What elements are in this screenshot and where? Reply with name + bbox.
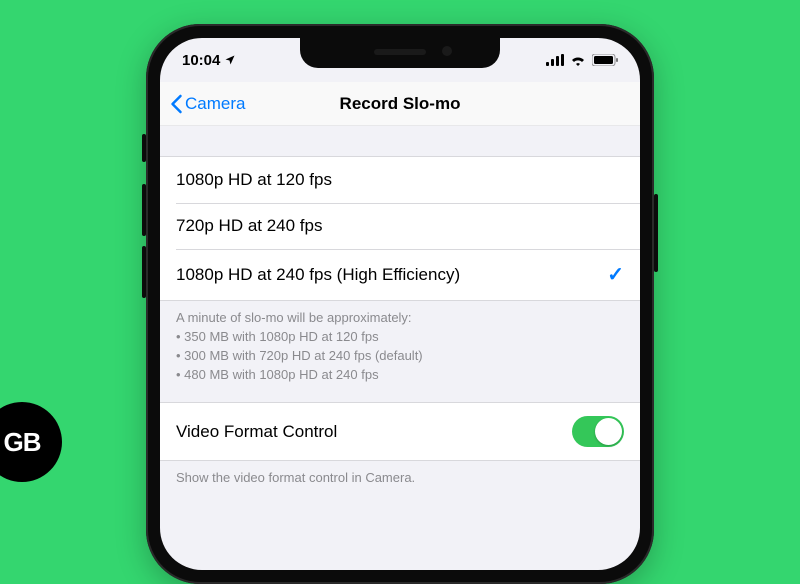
checkmark-icon: ✓ [607, 262, 624, 287]
option-720p-240[interactable]: 720p HD at 240 fps [160, 203, 640, 249]
mute-switch [142, 134, 146, 162]
screen: 10:04 Ca [160, 38, 640, 570]
location-icon [224, 54, 236, 66]
option-1080p-240-he[interactable]: 1080p HD at 240 fps (High Efficiency) ✓ [160, 249, 640, 300]
back-label: Camera [185, 94, 245, 114]
volume-down-button [142, 246, 146, 298]
format-control-label: Video Format Control [176, 422, 337, 442]
volume-up-button [142, 184, 146, 236]
section-spacer [160, 126, 640, 156]
option-label: 1080p HD at 120 fps [176, 170, 332, 190]
brand-logo: GB [0, 402, 62, 482]
back-button[interactable]: Camera [170, 94, 245, 114]
video-format-control-row[interactable]: Video Format Control [160, 403, 640, 460]
format-control-group: Video Format Control [160, 402, 640, 461]
footer-line: 480 MB with 1080p HD at 240 fps [176, 366, 624, 385]
phone-frame: 10:04 Ca [146, 24, 654, 584]
brand-logo-text: GB [4, 427, 41, 458]
options-footer: A minute of slo-mo will be approximately… [160, 301, 640, 402]
slomo-options-group: 1080p HD at 120 fps 720p HD at 240 fps 1… [160, 156, 640, 301]
battery-icon [592, 54, 618, 66]
navigation-bar: Camera Record Slo-mo [160, 82, 640, 126]
notch [300, 38, 500, 68]
format-control-toggle[interactable] [572, 416, 624, 447]
format-control-caption: Show the video format control in Camera. [160, 461, 640, 506]
footer-line: 350 MB with 1080p HD at 120 fps [176, 328, 624, 347]
footer-intro: A minute of slo-mo will be approximately… [176, 309, 624, 328]
option-label: 1080p HD at 240 fps (High Efficiency) [176, 265, 460, 285]
status-time: 10:04 [182, 52, 220, 69]
power-button [654, 194, 658, 272]
wifi-icon [570, 54, 586, 66]
option-1080p-120[interactable]: 1080p HD at 120 fps [160, 157, 640, 203]
cellular-signal-icon [546, 54, 564, 66]
footer-line: 300 MB with 720p HD at 240 fps (default) [176, 347, 624, 366]
chevron-left-icon [170, 94, 183, 114]
option-label: 720p HD at 240 fps [176, 216, 322, 236]
